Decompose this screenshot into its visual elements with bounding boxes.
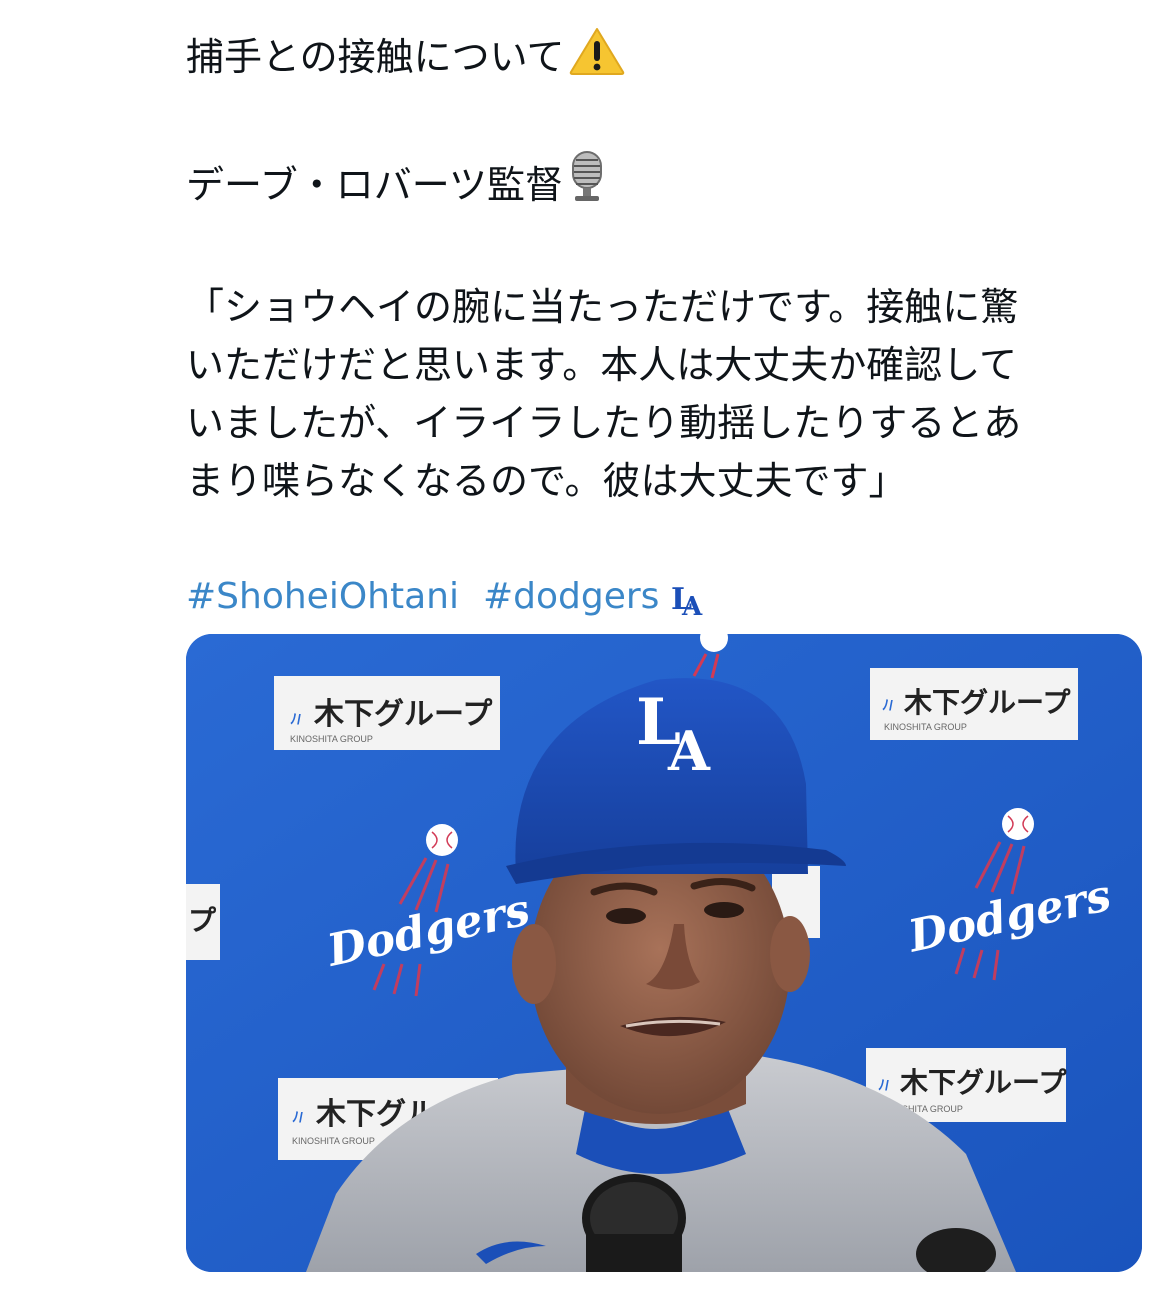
- svg-text:プ: プ: [188, 904, 217, 937]
- tweet-line-2: デーブ・ロバーツ監督: [186, 150, 1126, 220]
- quote-line-3: いましたが、イライラしたり動揺したりするとあ: [186, 401, 1022, 445]
- microphone-foreground: [582, 1174, 686, 1272]
- svg-text:KINOSHITA GROUP: KINOSHITA GROUP: [292, 1136, 375, 1146]
- hashtag-row: #ShoheiOhtani #dodgers L A: [186, 568, 1126, 626]
- svg-text:A: A: [667, 719, 711, 783]
- svg-text:KINOSHITA GROUP: KINOSHITA GROUP: [884, 722, 967, 732]
- sponsor-board-left-edge: プ: [186, 884, 220, 960]
- warning-icon: [568, 26, 626, 92]
- svg-text:木下グループ: 木下グループ: [899, 1066, 1067, 1099]
- sponsor-board-top-right: ﾉ/ 木下グループ KINOSHITA GROUP: [870, 668, 1078, 740]
- svg-text:木下グループ: 木下グループ: [903, 686, 1071, 719]
- svg-text:木下グループ: 木下グループ: [313, 697, 493, 732]
- quote-line-1: 「ショウヘイの腕に当たっただけです。接触に驚: [186, 285, 1019, 329]
- press-conference-photo: ﾉ/ 木下グループ KINOSHITA GROUP ﾉ/ 木下グループ KINO…: [186, 634, 1142, 1272]
- svg-text:ﾉ/: ﾉ/: [878, 1077, 889, 1093]
- quote-line-4: まり喋らなくなるので。彼は大丈夫です」: [186, 459, 907, 503]
- sponsor-board-top-left: ﾉ/ 木下グループ KINOSHITA GROUP: [274, 676, 500, 750]
- svg-text:ﾉ/: ﾉ/: [290, 711, 301, 727]
- svg-text:ﾉ/: ﾉ/: [882, 697, 893, 713]
- la-logo-icon: L A: [669, 577, 703, 622]
- svg-text:KINOSHITA GROUP: KINOSHITA GROUP: [290, 734, 373, 744]
- hashtag-shoheiohtani[interactable]: #ShoheiOhtani: [186, 568, 459, 626]
- tweet-line-1: 捕手との接触について: [186, 26, 1126, 92]
- hashtag-dodgers[interactable]: #dodgers: [483, 568, 659, 626]
- tweet-text: 捕手との接触について デーブ・ロバーツ監督 「ショウヘイの腕に当たっただけです。…: [186, 26, 1126, 626]
- quote-line-2: いただけだと思います。本人は大丈夫か確認して: [186, 343, 1018, 387]
- svg-text:A: A: [681, 592, 703, 617]
- tweet-media-photo[interactable]: ﾉ/ 木下グループ KINOSHITA GROUP ﾉ/ 木下グループ KINO…: [186, 634, 1142, 1272]
- svg-text:ﾉ/: ﾉ/: [292, 1109, 303, 1125]
- microphone-icon: [567, 150, 607, 220]
